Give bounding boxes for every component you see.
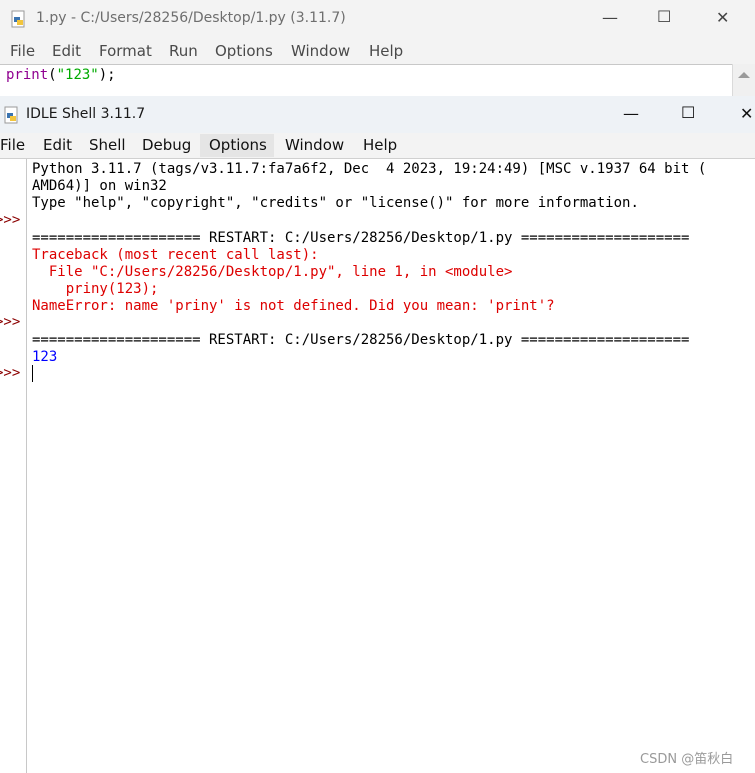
editor-scrollbar[interactable] xyxy=(732,64,755,96)
shell-menu-shell[interactable]: Shell xyxy=(89,136,126,154)
text-cursor xyxy=(32,365,33,382)
shell-menu-debug[interactable]: Debug xyxy=(142,136,191,154)
banner-line-3: Type "help", "copyright", "credits" or "… xyxy=(32,195,639,211)
open-paren: ( xyxy=(48,67,57,83)
banner-line-2: AMD64)] on win32 xyxy=(32,178,167,194)
shell-menu-row: File Edit Shell Debug Options Window Hel… xyxy=(0,133,755,158)
shell-title: IDLE Shell 3.11.7 xyxy=(26,106,146,122)
prompt-1: >>> xyxy=(0,212,21,228)
traceback-line-1: Traceback (most recent call last): xyxy=(32,247,319,263)
shell-menu-options[interactable]: Options xyxy=(209,136,267,154)
python-file-icon xyxy=(10,10,28,28)
editor-text-area[interactable]: print("123"); xyxy=(0,64,732,97)
banner-line-1: Python 3.11.7 (tags/v3.11.7:fa7a6f2, Dec… xyxy=(32,161,707,177)
editor-maximize-button[interactable]: ☐ xyxy=(657,7,671,26)
shell-menu-help[interactable]: Help xyxy=(363,136,397,154)
string-literal: "123" xyxy=(56,67,99,83)
editor-title: 1.py - C:/Users/28256/Desktop/1.py (3.11… xyxy=(36,10,346,26)
code-line: print("123"); xyxy=(6,67,116,83)
shell-minimize-button[interactable]: — xyxy=(623,104,639,123)
shell-menu-edit[interactable]: Edit xyxy=(43,136,72,154)
restart-line-1: ==================== RESTART: C:/Users/2… xyxy=(32,230,690,246)
editor-close-button[interactable]: ✕ xyxy=(716,8,729,27)
editor-menu-file[interactable]: File xyxy=(10,42,35,60)
traceback-line-3: priny(123); xyxy=(32,281,159,297)
editor-menu-window[interactable]: Window xyxy=(291,42,350,60)
restart-line-2: ==================== RESTART: C:/Users/2… xyxy=(32,332,690,348)
close-paren: ); xyxy=(98,67,116,83)
editor-menu-options[interactable]: Options xyxy=(215,42,273,60)
builtin-print: print xyxy=(6,67,49,83)
shell-close-button[interactable]: ✕ xyxy=(740,104,753,123)
shell-menu-window[interactable]: Window xyxy=(285,136,344,154)
editor-menu-help[interactable]: Help xyxy=(369,42,403,60)
scroll-up-arrow-icon[interactable] xyxy=(733,68,755,82)
traceback-line-4: NameError: name 'priny' is not defined. … xyxy=(32,298,555,314)
prompt-2: >>> xyxy=(0,314,21,330)
prompt-3: >>> xyxy=(0,365,21,381)
editor-menu-run[interactable]: Run xyxy=(169,42,198,60)
watermark: CSDN @笛秋白 xyxy=(640,752,734,767)
editor-minimize-button[interactable]: — xyxy=(602,8,618,27)
editor-menu-format[interactable]: Format xyxy=(99,42,152,60)
editor-menu-edit[interactable]: Edit xyxy=(52,42,81,60)
stdout-line: 123 xyxy=(32,349,58,365)
editor-menubar: File Edit Format Run Options Window Help xyxy=(0,38,755,65)
python-shell-icon xyxy=(3,106,21,124)
traceback-line-2: File "C:/Users/28256/Desktop/1.py", line… xyxy=(32,264,513,280)
shell-menu-file[interactable]: File xyxy=(0,136,25,154)
prompt-gutter xyxy=(0,159,27,773)
shell-maximize-button[interactable]: ☐ xyxy=(681,103,695,122)
